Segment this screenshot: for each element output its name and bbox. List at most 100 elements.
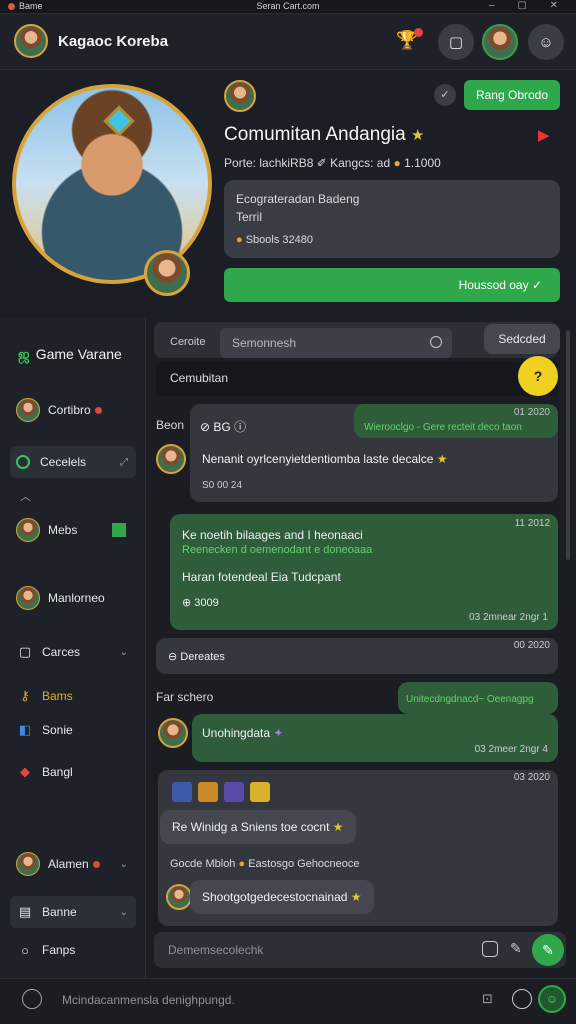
chevron-up-icon[interactable]: ︿: [20, 488, 31, 504]
message-text-content: Unohingdata: [202, 726, 271, 740]
sword-icon: ◧: [18, 722, 32, 737]
sidebar-item-bangl[interactable]: ◆ Bangl: [10, 756, 136, 788]
timestamp: 11 2012: [514, 518, 550, 529]
shield-icon: ◆: [20, 764, 30, 779]
trophy-icon[interactable]: 🏆: [396, 28, 423, 54]
circle-icon: ○: [21, 942, 29, 958]
avatar: [16, 518, 40, 542]
avatar[interactable]: [166, 884, 192, 910]
folder-icon: ▢: [18, 644, 32, 659]
emoji-icon[interactable]: [512, 989, 532, 1009]
timestamp: 00 2020: [513, 640, 550, 651]
sidebar-item-cortibro[interactable]: Cortibro: [10, 394, 136, 426]
sidebar-item-sonie[interactable]: ◧ Sonie: [10, 714, 136, 746]
help-button[interactable]: ?: [518, 356, 558, 396]
app-header: Kagaoc Koreba 🏆 ▢ ☺: [0, 14, 576, 70]
sidebar-item-label: Carces: [42, 645, 81, 659]
chevron-down-icon[interactable]: ✓: [434, 84, 456, 106]
scrollbar[interactable]: [566, 330, 570, 560]
sidebar-item-label: Cortibro: [48, 403, 91, 417]
hero-mini-avatar[interactable]: [144, 250, 190, 296]
sparkle-icon: ✦: [273, 726, 284, 740]
sidebar-item-label: Mebs: [48, 523, 78, 537]
pen-icon[interactable]: ✎: [510, 940, 522, 957]
sidebar-item-manlorneo[interactable]: Manlorneo: [10, 582, 136, 614]
avatar[interactable]: [158, 718, 188, 748]
bottom-status-text: Mcindacanmensla denighpungd.: [62, 993, 235, 1007]
bubble-line3: ● Sbools 32480: [236, 234, 548, 246]
sidebar-item-fanps[interactable]: ○ Fanps: [10, 934, 136, 966]
sidebar-item-label: Bams: [42, 689, 73, 703]
channel-name: Cemubitan: [170, 371, 229, 385]
composer-placeholder: Dememsecolechk: [168, 943, 264, 957]
sidebar-item-label: Bangl: [42, 765, 73, 779]
search-input[interactable]: Semonnesh: [220, 328, 452, 358]
message-bubble[interactable]: Unohingdata ✦ 03 2meer 2ngr 4: [192, 714, 558, 762]
attach-icon[interactable]: [482, 941, 498, 957]
item-icon[interactable]: [250, 782, 270, 802]
sidebar-item-carces[interactable]: ▢ Carces ⌄: [10, 636, 136, 668]
notification-badge: [414, 28, 423, 37]
message-pill[interactable]: Re Winidg a Sniens toe cocnt ★: [160, 810, 356, 844]
search-icon[interactable]: [430, 336, 442, 348]
flag-icon[interactable]: ▶: [538, 126, 550, 144]
bubble-line1: Ecograteradan Badeng: [236, 192, 360, 206]
item-icons: [172, 782, 270, 802]
message-pill[interactable]: Shootgotgedecestocnainad ★: [190, 880, 374, 914]
timestamp: 03 2020: [513, 772, 550, 783]
sender-label: Beon: [156, 418, 185, 432]
lock-icon[interactable]: ⊡: [482, 991, 493, 1007]
send-button[interactable]: ✎: [532, 934, 564, 966]
reply-header-text: Wierooclgo - Gere recteit deco taon: [364, 422, 522, 433]
pill-text: Re Winidg a Sniens toe cocnt: [172, 820, 330, 834]
reply-header: 01 2020 Wierooclgo - Gere recteit deco t…: [354, 404, 558, 438]
message-bubble[interactable]: 00 2020 ⊖ Dereates: [156, 638, 558, 674]
message-line3: Haran fotendeal Eia Tudcpant: [182, 570, 341, 584]
item-icon[interactable]: [198, 782, 218, 802]
message-composer[interactable]: Dememsecolechk ✎ ✎: [154, 932, 566, 968]
friend-avatar[interactable]: [482, 24, 518, 60]
sidebar-item-label: Sonie: [42, 723, 73, 737]
chat-icon[interactable]: ▢: [438, 24, 474, 60]
sidebar-item-label: Cecelels: [40, 455, 87, 469]
message-footer: 03 2mnear 2ngr 1: [469, 612, 548, 623]
profile-hero: ✓ Rang Obrodo Comumitan Andangia ★ ▶ Por…: [0, 70, 576, 318]
follow-button[interactable]: Rang Obrodo: [464, 80, 560, 110]
window-controls[interactable]: – ▢ ✕: [489, 0, 568, 11]
message-sub: S0 00 24: [202, 480, 243, 491]
profile-bubble: Ecograteradan Badeng Terril ● Sbools 324…: [224, 180, 560, 258]
sidebar-item-banne[interactable]: ▤ Banne ⌄: [10, 896, 136, 928]
message-text: Nenanit oyrlcenyietdentiomba laste decal…: [202, 452, 448, 466]
message-bubble[interactable]: 11 2012 Ke noetih bilaages and I heonaac…: [170, 514, 558, 630]
toolbar-label: Ceroite: [170, 336, 206, 348]
item-icon[interactable]: [224, 782, 244, 802]
filter-select[interactable]: Sedcded: [484, 324, 560, 354]
sidebar-item-label: Banne: [42, 905, 77, 919]
sidebar-item-cecelels[interactable]: Cecelels ⤢: [10, 446, 136, 478]
sidebar-item-bams[interactable]: ⚷ Bams: [10, 680, 136, 712]
message-tag: ⊘ BG ⓘ: [200, 420, 247, 434]
avatar: [16, 398, 40, 422]
avatar[interactable]: [156, 444, 186, 474]
user-avatar[interactable]: [14, 24, 48, 58]
avatar: [16, 586, 40, 610]
mic-icon[interactable]: ☺: [538, 985, 566, 1013]
sidebar-item-alamen[interactable]: Alamen ⌄: [10, 848, 136, 880]
star-icon: ★: [332, 820, 344, 834]
pill-text: Shootgotgedecestocnainad: [202, 890, 348, 904]
reply-header: Unitecdngdnacd~ Oeenagpg: [398, 682, 558, 714]
sidebar-item-mebs[interactable]: Mebs: [10, 514, 136, 546]
sidebar-item-label: Manlorneo: [48, 591, 105, 605]
message-meta: ⊕ 3009: [182, 597, 219, 609]
message-footer: 03 2meer 2ngr 4: [474, 744, 548, 755]
profile-small-avatar[interactable]: [224, 80, 256, 112]
line-text2: Eastosgo Gehocneoce: [248, 858, 360, 870]
emoji-icon[interactable]: ☺: [528, 24, 564, 60]
coin-icon: ●: [236, 234, 243, 246]
item-icon[interactable]: [172, 782, 192, 802]
game-logo-icon: ஜ: [18, 346, 30, 362]
star-icon: ★: [350, 890, 362, 904]
settings-icon[interactable]: [22, 989, 42, 1009]
reply-header-text: Unitecdngdnacd~ Oeenagpg: [406, 694, 534, 705]
status-bar-button[interactable]: Houssod oay ✓: [224, 268, 560, 302]
